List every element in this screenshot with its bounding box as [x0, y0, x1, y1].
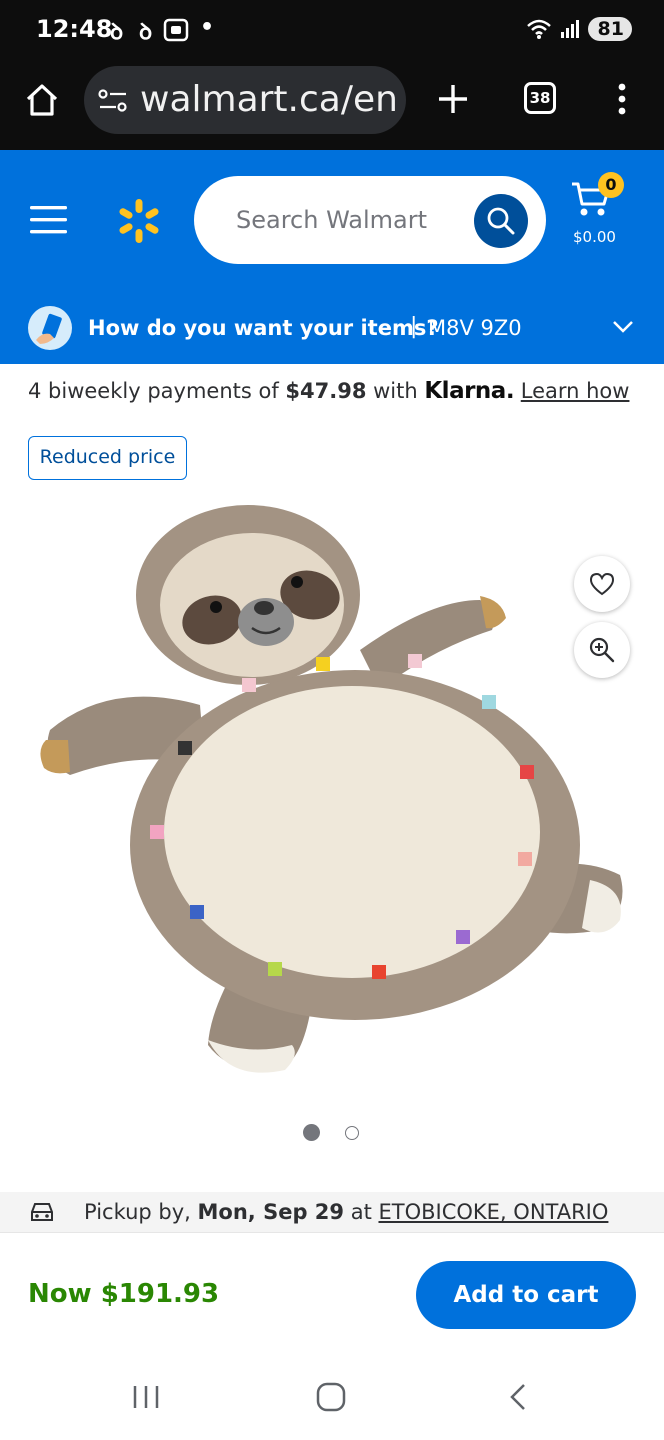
zoom-button[interactable] — [574, 622, 630, 678]
phone-hand-icon — [28, 306, 72, 350]
carousel-dot[interactable] — [345, 1126, 359, 1140]
notification-icon: ꝺ — [139, 20, 153, 45]
pickup-at: at — [344, 1200, 379, 1224]
postal-code: M8V 9Z0 — [428, 316, 522, 340]
home-icon[interactable] — [24, 82, 60, 118]
system-navigation-bar — [0, 1362, 664, 1440]
pickup-text: Pickup by, Mon, Sep 29 at ETOBICOKE, ONT… — [84, 1200, 608, 1224]
signal-icon — [560, 20, 579, 38]
pickup-prefix: Pickup by, — [84, 1200, 198, 1224]
cart-count-badge: 0 — [598, 172, 624, 198]
pickup-info: Pickup by, Mon, Sep 29 at ETOBICOKE, ONT… — [0, 1192, 664, 1232]
screenshot-icon — [163, 18, 189, 42]
add-to-cart-button[interactable]: Add to cart — [416, 1261, 636, 1329]
favorite-button[interactable] — [574, 556, 630, 612]
new-tab-icon[interactable] — [436, 82, 470, 116]
site-settings-icon[interactable] — [98, 88, 128, 114]
pickup-date: Mon, Sep 29 — [197, 1200, 345, 1224]
installment-prefix: 4 biweekly payments of — [28, 379, 286, 403]
status-bar: 12:48 ꝺ ꝺ • 81 — [0, 0, 664, 62]
more-notifications-dot: • — [200, 15, 215, 40]
tab-switcher-button[interactable]: 38 — [524, 82, 556, 114]
url-text: walmart.ca/en — [140, 79, 398, 120]
installment-mid: with — [366, 379, 425, 403]
product-image[interactable] — [30, 500, 634, 1090]
cart-button[interactable]: 0 $0.00 — [566, 172, 636, 252]
status-indicators: 81 — [526, 17, 632, 41]
browser-toolbar: walmart.ca/en 38 — [0, 62, 664, 150]
browser-menu-icon[interactable] — [614, 82, 630, 116]
fulfillment-selector[interactable]: How do you want your items? | M8V 9Z0 — [0, 292, 664, 364]
search-icon — [487, 207, 515, 235]
chevron-down-icon[interactable] — [612, 320, 634, 334]
address-bar[interactable]: walmart.ca/en — [84, 66, 406, 134]
fulfillment-question: How do you want your items? — [88, 316, 439, 340]
cart-total: $0.00 — [573, 228, 616, 246]
heart-icon — [589, 572, 615, 596]
back-icon[interactable] — [506, 1382, 530, 1412]
search-placeholder: Search Walmart — [236, 206, 428, 234]
wifi-icon — [526, 19, 551, 39]
zoom-in-icon — [589, 637, 615, 663]
walmart-spark-logo[interactable] — [116, 198, 162, 244]
site-header: Search Walmart 0 $0.00 — [0, 150, 664, 292]
search-button[interactable] — [474, 194, 528, 248]
divider: | — [410, 314, 418, 339]
hamburger-menu-icon[interactable] — [30, 204, 68, 236]
clock: 12:48 — [36, 15, 113, 43]
recent-apps-icon[interactable] — [132, 1384, 160, 1410]
learn-how-link[interactable]: Learn how — [521, 379, 630, 403]
installment-offer: 4 biweekly payments of $47.98 with Klarn… — [28, 378, 629, 404]
carousel-dot-active[interactable] — [303, 1124, 320, 1141]
sloth-mat-illustration — [40, 505, 623, 1073]
current-price: Now $191.93 — [28, 1279, 220, 1309]
search-input[interactable]: Search Walmart — [194, 176, 546, 264]
battery-indicator: 81 — [587, 17, 632, 41]
pickup-store-link[interactable]: ETOBICOKE, ONTARIO — [378, 1200, 608, 1224]
klarna-logo: Klarna. — [424, 378, 515, 404]
reduced-price-badge: Reduced price — [28, 436, 187, 480]
purchase-bar: Now $191.93 Add to cart — [0, 1232, 664, 1362]
notification-icon: ꝺ — [110, 20, 124, 45]
home-nav-icon[interactable] — [316, 1382, 346, 1412]
car-icon — [31, 1203, 53, 1221]
installment-amount: $47.98 — [285, 379, 367, 403]
